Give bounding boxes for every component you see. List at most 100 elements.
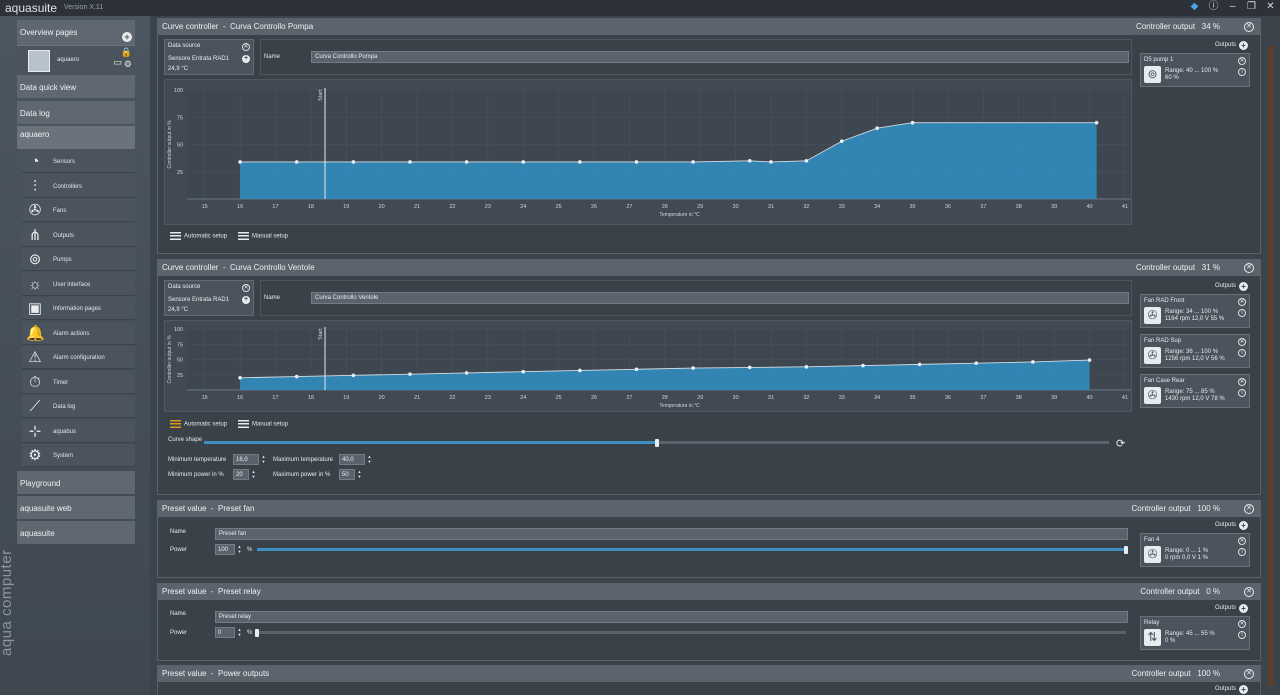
- sidebar-item-data-log[interactable]: ⟋ Data log: [22, 395, 135, 418]
- max-temp-input[interactable]: 40,0: [339, 454, 365, 465]
- curve-point[interactable]: [408, 372, 412, 376]
- curve-point[interactable]: [464, 160, 469, 164]
- curve-chart-pump[interactable]: 15 16 17 18 19 20 21 22 23 24 25 26 27 28 29 30 31 32 33 34…: [164, 79, 1132, 225]
- remove-icon[interactable]: ✕: [1238, 57, 1246, 65]
- curve-point[interactable]: [238, 160, 242, 164]
- curve-point[interactable]: [747, 159, 752, 163]
- remove-icon[interactable]: ✕: [1238, 378, 1246, 386]
- monitor-icon[interactable]: ▭: [113, 57, 122, 68]
- info-icon[interactable]: i: [1238, 548, 1246, 556]
- curve-point[interactable]: [521, 369, 526, 374]
- add-output-icon[interactable]: +: [1239, 685, 1248, 694]
- sidebar-item-system[interactable]: ⚙ System: [22, 444, 135, 467]
- curve-point[interactable]: [578, 160, 582, 164]
- min-power-input[interactable]: 20: [233, 469, 249, 480]
- output-card[interactable]: Fan 4 ✕ ✇ Range: 0 ... 1 % 0 rpm 0,0 V 1 % i: [1140, 533, 1250, 567]
- power-stepper[interactable]: ▲ ▼: [236, 544, 243, 555]
- sidebar-item-outputs[interactable]: ⋔ Outputs: [22, 223, 135, 247]
- curve-point[interactable]: [1087, 358, 1092, 362]
- add-icon[interactable]: +: [242, 296, 250, 304]
- name-input[interactable]: Curva Controllo Ventole: [311, 292, 1129, 304]
- curve-point[interactable]: [974, 361, 979, 365]
- curve-point[interactable]: [464, 371, 469, 375]
- curve-point[interactable]: [839, 139, 844, 144]
- remove-icon[interactable]: ✕: [242, 43, 250, 51]
- close-icon[interactable]: ✕: [1244, 669, 1254, 679]
- close-icon[interactable]: ✕: [1265, 1, 1276, 12]
- sidebar-data-quick-view[interactable]: Data quick view: [17, 75, 135, 98]
- curve-chart-svg[interactable]: 15 16 17 18 19 20 21 22 23 24 25 26 27 28 29 30 31 32 33 34…: [165, 321, 1132, 411]
- sidebar-item-aquabus[interactable]: ⊹ aquabus: [22, 419, 135, 443]
- output-card[interactable]: D5 pump 1 ✕ ⊚ Range: 40 ... 100 % 60 % i: [1140, 53, 1250, 87]
- curve-point[interactable]: [294, 160, 299, 164]
- sidebar-item-fans[interactable]: ✇ Fans: [22, 199, 135, 222]
- close-icon[interactable]: ✕: [1244, 504, 1254, 514]
- curve-point[interactable]: [917, 362, 922, 367]
- automatic-setup-button[interactable]: Automatic setup: [170, 420, 227, 428]
- manual-setup-button[interactable]: Manual setup: [238, 420, 288, 428]
- add-icon[interactable]: +: [242, 55, 250, 63]
- curve-point[interactable]: [351, 373, 356, 378]
- name-input[interactable]: Preset relay: [215, 611, 1128, 623]
- power-slider[interactable]: [257, 631, 1126, 634]
- refresh-icon[interactable]: ⟳: [1116, 437, 1125, 450]
- min-power-stepper[interactable]: ▲ ▼: [250, 469, 257, 480]
- add-output-icon[interactable]: +: [1239, 282, 1248, 291]
- name-input[interactable]: Curva Controllo Pompa: [311, 51, 1129, 63]
- gear-icon[interactable]: ⚙: [124, 59, 132, 70]
- remove-icon[interactable]: ✕: [242, 284, 250, 292]
- curve-point[interactable]: [1031, 360, 1035, 364]
- output-card[interactable]: Relay ✕ ⇅ Range: 45 ... 55 % 0 % i: [1140, 616, 1250, 650]
- data-source-box[interactable]: Data source ✕ Sensore Entrata RAD1 + 24,…: [164, 39, 254, 75]
- name-input[interactable]: Preset fan: [215, 528, 1128, 540]
- info-icon[interactable]: ⓘ: [1208, 1, 1219, 12]
- curve-point[interactable]: [875, 126, 879, 130]
- info-icon[interactable]: i: [1238, 631, 1246, 639]
- curve-point[interactable]: [804, 365, 809, 369]
- curve-point[interactable]: [634, 367, 639, 372]
- max-power-input[interactable]: 50: [339, 469, 355, 480]
- layers-icon[interactable]: ◆: [1189, 1, 1200, 12]
- sidebar-item-pumps[interactable]: ⊚ Pumps: [22, 248, 135, 271]
- curve-point[interactable]: [747, 365, 752, 370]
- output-card[interactable]: Fan Case Rear ✕ ✇ Range: 75 ... 85 % 1430 rp…: [1140, 374, 1250, 408]
- info-icon[interactable]: i: [1238, 68, 1246, 76]
- curve-point[interactable]: [351, 160, 356, 164]
- data-source-box[interactable]: Data source ✕ Sensore Entrata RAD1 + 24,…: [164, 280, 254, 316]
- info-icon[interactable]: i: [1238, 349, 1246, 357]
- curve-point[interactable]: [294, 374, 299, 379]
- remove-icon[interactable]: ✕: [1238, 537, 1246, 545]
- remove-icon[interactable]: ✕: [1238, 298, 1246, 306]
- curve-point[interactable]: [861, 363, 865, 368]
- min-temp-stepper[interactable]: ▲ ▼: [260, 454, 267, 465]
- info-icon[interactable]: i: [1238, 309, 1246, 317]
- add-icon[interactable]: +: [122, 32, 132, 42]
- sidebar-item-information-pages[interactable]: ▣ Information pages: [22, 297, 135, 320]
- power-input[interactable]: 100: [215, 544, 235, 555]
- curve-chart-svg[interactable]: 15 16 17 18 19 20 21 22 23 24 25 26 27 28 29 30 31 32 33 34…: [165, 80, 1132, 224]
- curve-point[interactable]: [578, 368, 582, 373]
- sidebar-aquasuite-web[interactable]: aquasuite web: [17, 496, 135, 519]
- curve-point[interactable]: [804, 159, 809, 163]
- close-icon[interactable]: ✕: [1244, 22, 1254, 32]
- sidebar-item-user-interface[interactable]: ☼ User interface: [22, 272, 135, 296]
- power-stepper[interactable]: ▲ ▼: [236, 627, 243, 638]
- curve-point[interactable]: [408, 160, 412, 164]
- max-power-stepper[interactable]: ▲ ▼: [356, 469, 363, 480]
- close-icon[interactable]: ✕: [1244, 587, 1254, 597]
- curve-point[interactable]: [1094, 120, 1099, 125]
- minimize-icon[interactable]: –: [1227, 1, 1238, 12]
- add-output-icon[interactable]: +: [1239, 604, 1248, 613]
- sidebar-item-alarm-configuration[interactable]: ⚠ Alarm configuration: [22, 346, 135, 369]
- vertical-scrollbar[interactable]: [1264, 16, 1278, 695]
- power-slider-thumb[interactable]: [1124, 546, 1128, 554]
- sidebar-item-alarm-actions[interactable]: 🔔 Alarm actions: [22, 321, 135, 345]
- add-output-icon[interactable]: +: [1239, 41, 1248, 50]
- sidebar-item-sensors[interactable]: ◔ Sensors: [22, 150, 135, 173]
- max-temp-stepper[interactable]: ▲ ▼: [366, 454, 373, 465]
- output-card[interactable]: Fan RAD Front ✕ ✇ Range: 34 ... 100 % 1184 r…: [1140, 294, 1250, 328]
- sidebar-item-timer[interactable]: ⏱ Timer: [22, 370, 135, 394]
- curve-point[interactable]: [238, 376, 242, 380]
- curve-chart-fans[interactable]: 15 16 17 18 19 20 21 22 23 24 25 26 27 28 29 30 31 32 33 34…: [164, 320, 1132, 412]
- power-slider-thumb[interactable]: [255, 629, 259, 637]
